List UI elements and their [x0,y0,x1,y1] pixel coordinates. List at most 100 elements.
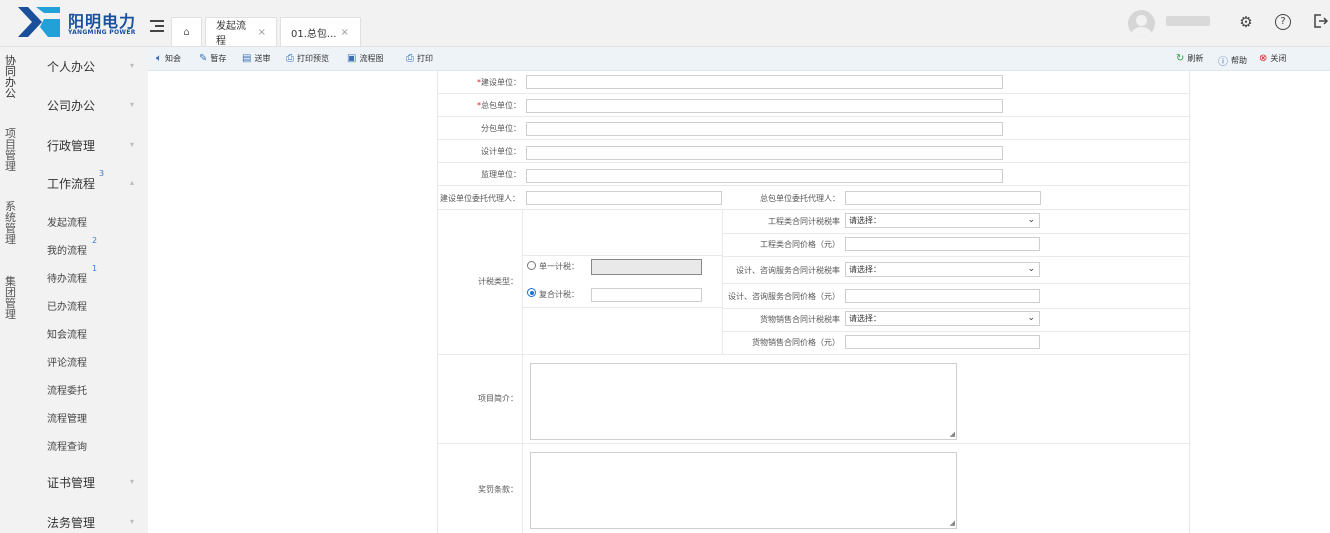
sidebar-item-certificate-mgmt[interactable]: 证书管理 ▾ [47,474,134,491]
form-row-tax: 计税类型： 单一计税： 复合计税： 工程类合同计税税率 请选择： ⌄ 工程类合同价… [438,210,1189,355]
form-row-supervision-unit: 监理单位： [438,163,1189,186]
general-contractor-input[interactable] [526,99,1003,113]
module-project-mgmt[interactable]: 项目管理 [5,128,17,172]
close-icon[interactable]: × [258,27,266,38]
sidebar-sub-notify-workflow[interactable]: 知会流程 [47,326,87,341]
chevron-down-icon: ⌄ [1027,313,1035,323]
label-engineering-tax-rate: 工程类合同计税税率 [768,217,840,226]
sidebar-sub-pending-workflow[interactable]: 待办流程 1 [47,264,97,285]
close-icon[interactable]: × [340,27,348,38]
edit-icon: ✎ [199,53,208,64]
engineering-tax-rate-select[interactable]: 请选择： ⌄ [845,213,1040,228]
sidebar-sub-delegate-workflow[interactable]: 流程委托 [47,382,87,397]
printer-icon: ⎙ [286,53,294,64]
form-row-agents: 建设单位委托代理人： 总包单位委托代理人： [438,186,1189,210]
label-design-unit: 设计单位： [481,147,521,156]
notify-button[interactable]: 🔈︎ 知会 [156,53,181,64]
construction-unit-input[interactable] [526,75,1003,89]
sidebar-sub-query-workflow[interactable]: 流程查询 [47,438,87,453]
sidebar-item-personal-office[interactable]: 个人办公 ▾ [47,58,134,75]
label-supervision-unit: 监理单位： [481,170,521,179]
send-icon: ▤ [242,53,252,64]
help-button[interactable]: ⓘ 帮助 [1218,53,1247,68]
label-design-price: 设计、咨询服务合同价格（元） [728,292,840,301]
tab-contract-form[interactable]: 01.总包... × [280,17,361,46]
sidebar-item-workflow[interactable]: 工作流程 3 ▴ [47,169,134,192]
logout-icon[interactable] [1311,13,1329,31]
composite-tax-radio[interactable] [527,288,536,297]
refresh-icon: ↻ [1176,53,1185,64]
design-unit-input[interactable] [526,146,1003,160]
brand-logo: 阳明电力 YANGMING POWER [18,5,148,41]
print-preview-button[interactable]: ⎙ 打印预览 [286,53,329,64]
printer-icon: ⎙ [406,53,414,64]
label-composite-tax: 复合计税： [539,290,579,299]
label-reward-penalty: 奖罚条款： [478,485,518,494]
brand-name-en: YANGMING POWER [68,29,136,36]
goods-tax-rate-select[interactable]: 请选择： ⌄ [845,311,1040,326]
user-name-blurred[interactable] [1166,16,1210,26]
label-contractor-agent: 总包单位委托代理人： [760,194,840,203]
workflow-count-badge: 3 [99,169,105,178]
save-draft-button[interactable]: ✎ 暂存 [199,53,226,64]
composite-tax-input[interactable] [591,288,702,302]
project-intro-textarea[interactable]: ◢ [530,363,957,440]
tab-start-workflow[interactable]: 发起流程 × [205,17,277,47]
goods-price-input[interactable] [845,335,1040,349]
chevron-down-icon: ▾ [130,61,135,70]
flowchart-button[interactable]: ▣ 流程图 [347,53,383,64]
help-circle-icon: ⓘ [1218,57,1228,68]
module-group-mgmt[interactable]: 集团管理 [5,276,17,320]
chevron-up-icon: ▴ [130,178,135,187]
contractor-agent-input[interactable] [845,191,1041,205]
label-goods-tax-rate: 货物销售合同计税税率 [760,315,840,324]
label-single-tax: 单一计税： [539,262,579,271]
pending-workflow-badge: 1 [92,264,98,273]
module-bar: 协同办公 项目管理 系统管理 集团管理 [0,47,22,533]
chevron-down-icon: ▾ [130,477,135,486]
refresh-button[interactable]: ↻ 刷新 [1176,53,1203,64]
sidebar: 个人办公 ▾ 公司办公 ▾ 行政管理 ▾ 工作流程 3 ▴ 发起流程 我的流程 2 待办流程… [22,47,148,533]
reward-penalty-textarea[interactable]: ◢ [530,452,957,529]
label-project-intro: 项目简介： [478,394,518,403]
label-construction-unit: *建设单位： [477,78,521,87]
avatar[interactable] [1128,10,1155,37]
form-row-construction-unit: *建设单位： [438,71,1189,94]
close-circle-icon: ⊗ [1259,53,1268,64]
design-tax-rate-select[interactable]: 请选择： ⌄ [845,262,1040,277]
my-workflow-badge: 2 [92,236,98,245]
engineering-price-input[interactable] [845,237,1040,251]
module-collab-office[interactable]: 协同办公 [5,55,17,99]
form-row-design-unit: 设计单位： [438,140,1189,163]
sidebar-item-admin-mgmt[interactable]: 行政管理 ▾ [47,137,134,154]
menu-toggle-icon[interactable] [150,20,164,32]
single-tax-input[interactable] [591,259,702,275]
sidebar-sub-comment-workflow[interactable]: 评论流程 [47,354,87,369]
tab-home[interactable]: ⌂ [171,17,202,46]
sidebar-item-legal-mgmt[interactable]: 法务管理 ▾ [47,514,134,531]
submit-button[interactable]: ▤ 送审 [242,53,270,64]
supervision-unit-input[interactable] [526,169,1003,183]
help-icon[interactable]: ? [1275,14,1291,30]
label-goods-price: 货物销售合同价格（元） [752,338,840,347]
form-row-project-intro: 项目简介： ◢ [438,355,1189,444]
form-toolbar: 🔈︎ 知会 ✎ 暂存 ▤ 送审 ⎙ 打印预览 ▣ 流程图 ⎙ 打印 ↻ 刷新 ⓘ 帮助 ⊗ 关闭 [148,47,1330,71]
module-system-mgmt[interactable]: 系统管理 [5,201,17,245]
single-tax-radio[interactable] [527,261,536,270]
close-button[interactable]: ⊗ 关闭 [1259,53,1286,64]
form-area: *建设单位： *总包单位： 分包单位： 设计单位： 监理单位： 建设单位委托代理… [148,71,1330,533]
flowchart-icon: ▣ [347,53,357,64]
sidebar-sub-my-workflow[interactable]: 我的流程 2 [47,236,97,257]
sidebar-sub-manage-workflow[interactable]: 流程管理 [47,410,87,425]
sidebar-sub-start-workflow[interactable]: 发起流程 [47,214,87,229]
print-button[interactable]: ⎙ 打印 [406,53,433,64]
chevron-down-icon: ⌄ [1027,215,1035,225]
subcontractor-input[interactable] [526,122,1003,136]
label-tax-type: 计税类型： [478,277,518,286]
design-price-input[interactable] [845,289,1040,303]
sidebar-item-company-office[interactable]: 公司办公 ▾ [47,97,134,114]
construction-agent-input[interactable] [526,191,722,205]
gear-icon[interactable]: ⚙ [1237,13,1255,31]
tab-label: 01.总包... [291,28,337,40]
sidebar-sub-done-workflow[interactable]: 已办流程 [47,298,87,313]
